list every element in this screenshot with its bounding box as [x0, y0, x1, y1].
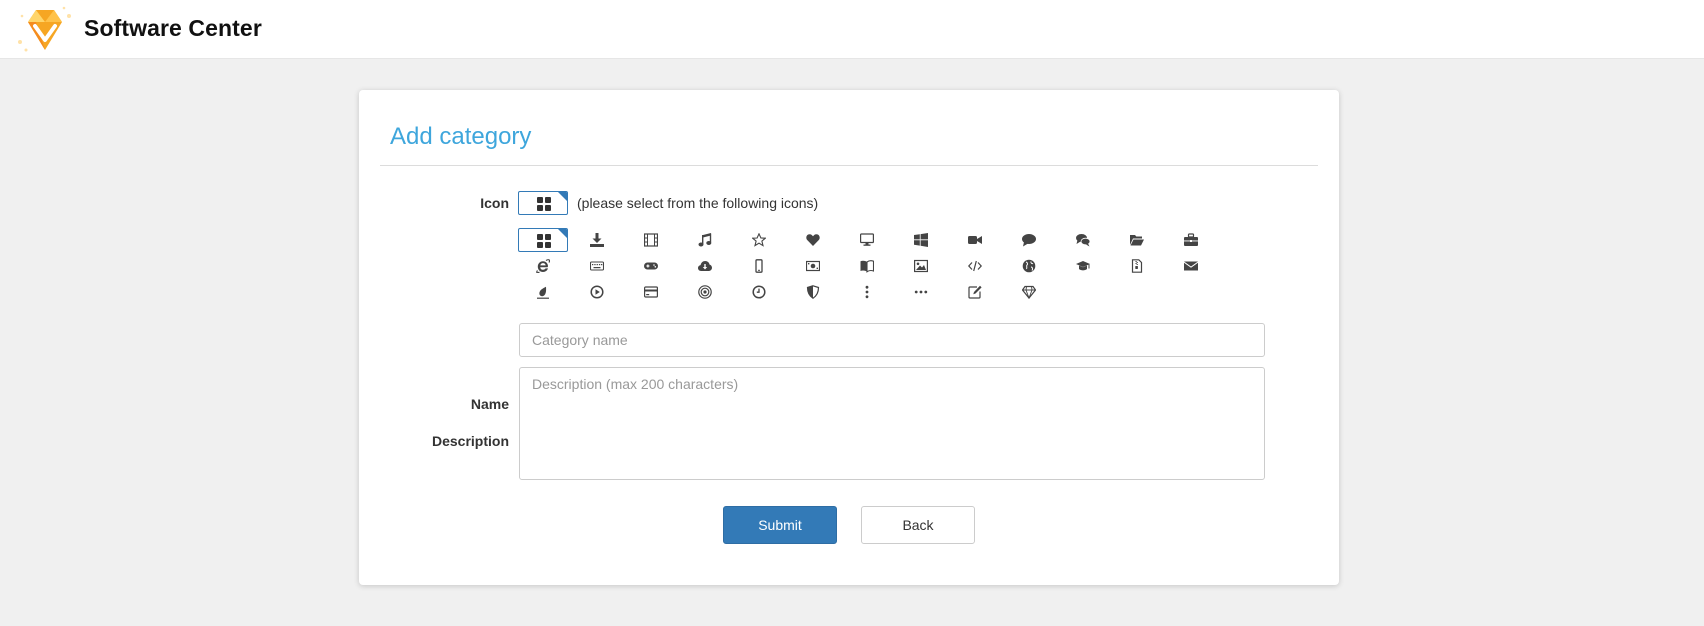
play-circle-icon — [590, 285, 604, 299]
icon-option-folder-open[interactable] — [1112, 228, 1162, 252]
ellipsis-vertical-icon — [865, 285, 869, 299]
icon-option-comment[interactable] — [1004, 228, 1054, 252]
selected-corner-marker — [558, 192, 567, 201]
icon-option-file-archive[interactable] — [1112, 254, 1162, 278]
clock-icon — [752, 285, 766, 299]
gamepad-icon — [644, 262, 658, 270]
internet-explorer-icon — [536, 259, 550, 273]
icon-option-heart[interactable] — [788, 228, 838, 252]
th-large-icon — [537, 234, 551, 248]
film-icon — [644, 233, 658, 247]
icon-label: Icon — [480, 195, 509, 211]
title-divider — [380, 165, 1318, 166]
icon-option-shield[interactable] — [788, 280, 838, 304]
graduation-cap-icon — [1076, 261, 1090, 271]
selected-corner-marker — [558, 229, 567, 238]
icon-option-image[interactable] — [896, 254, 946, 278]
icon-option-ellipsis-vertical[interactable] — [842, 280, 892, 304]
th-large-icon — [537, 197, 551, 211]
icon-picker-grid — [518, 228, 1218, 318]
shield-icon — [806, 285, 820, 299]
eyedropper-icon — [537, 286, 549, 299]
book-open-icon — [860, 260, 874, 273]
mobile-icon — [755, 259, 763, 273]
code-icon — [968, 260, 982, 272]
globe-icon — [1022, 259, 1036, 273]
icon-option-graduation-cap[interactable] — [1058, 254, 1108, 278]
credit-card-icon — [644, 286, 658, 298]
icon-option-play-circle[interactable] — [572, 280, 622, 304]
keyboard-icon — [590, 261, 604, 271]
icon-option-internet-explorer[interactable] — [518, 254, 568, 278]
icon-option-briefcase[interactable] — [1166, 228, 1216, 252]
description-label: Description — [431, 433, 509, 449]
icon-option-globe[interactable] — [1004, 254, 1054, 278]
envelope-icon — [1184, 261, 1198, 271]
icon-option-clock[interactable] — [734, 280, 784, 304]
icon-option-diamond[interactable] — [1004, 280, 1054, 304]
top-bar: Software Center — [0, 0, 1704, 59]
diamond-v-logo[interactable] — [14, 2, 76, 58]
icon-option-envelope[interactable] — [1166, 254, 1216, 278]
diamond-icon — [1022, 285, 1036, 299]
icon-option-th-large[interactable] — [518, 228, 568, 252]
icon-option-desktop[interactable] — [842, 228, 892, 252]
download-icon — [590, 233, 604, 247]
category-name-input[interactable] — [519, 323, 1265, 357]
icon-option-mobile[interactable] — [734, 254, 784, 278]
icon-option-gamepad[interactable] — [626, 254, 676, 278]
icon-option-download[interactable] — [572, 228, 622, 252]
desktop-icon — [860, 233, 874, 246]
heart-icon — [806, 234, 820, 246]
video-camera-icon — [968, 236, 982, 244]
icon-option-edit[interactable] — [950, 280, 1000, 304]
briefcase-icon — [1184, 233, 1198, 246]
app-title: Software Center — [84, 15, 262, 41]
selected-icon-preview[interactable] — [518, 191, 568, 215]
add-category-card: Add category Icon (please select from th… — [359, 90, 1339, 585]
icon-option-star[interactable] — [734, 228, 784, 252]
icon-option-video-camera[interactable] — [950, 228, 1000, 252]
image-icon — [914, 259, 928, 273]
ellipsis-horizontal-icon — [914, 290, 928, 294]
music-icon — [698, 233, 712, 247]
icon-option-film[interactable] — [626, 228, 676, 252]
icon-option-keyboard[interactable] — [572, 254, 622, 278]
page-title: Add category — [390, 123, 532, 150]
money-icon — [806, 260, 820, 272]
icon-option-book-open[interactable] — [842, 254, 892, 278]
star-outline-icon — [752, 233, 766, 247]
icon-option-comments[interactable] — [1058, 228, 1108, 252]
file-archive-icon — [1131, 259, 1143, 273]
icon-option-code[interactable] — [950, 254, 1000, 278]
icon-option-ellipsis-horizontal[interactable] — [896, 280, 946, 304]
icon-option-eyedropper[interactable] — [518, 280, 568, 304]
icon-option-credit-card[interactable] — [626, 280, 676, 304]
bullseye-icon — [698, 285, 712, 299]
icon-option-music[interactable] — [680, 228, 730, 252]
cloud-download-icon — [698, 261, 712, 271]
icon-hint: (please select from the following icons) — [577, 195, 819, 211]
name-label: Name — [470, 396, 509, 412]
icon-option-windows[interactable] — [896, 228, 946, 252]
edit-icon — [968, 285, 982, 299]
icon-option-bullseye[interactable] — [680, 280, 730, 304]
windows-icon — [914, 233, 928, 247]
comments-icon — [1076, 234, 1090, 247]
icon-option-money[interactable] — [788, 254, 838, 278]
comment-icon — [1022, 234, 1036, 247]
folder-open-icon — [1130, 235, 1144, 246]
submit-button[interactable]: Submit — [723, 506, 837, 544]
back-button[interactable]: Back — [861, 506, 975, 544]
icon-option-cloud-download[interactable] — [680, 254, 730, 278]
description-textarea[interactable] — [519, 367, 1265, 480]
